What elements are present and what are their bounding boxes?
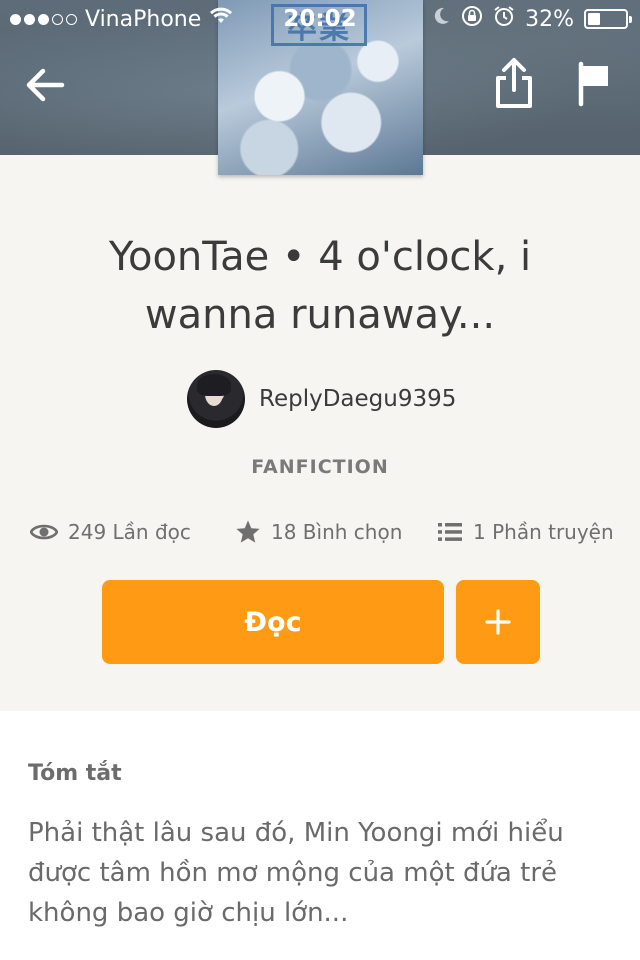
arrow-left-icon xyxy=(26,68,65,102)
alarm-icon xyxy=(493,5,515,33)
list-icon xyxy=(438,523,462,541)
avatar[interactable] xyxy=(187,370,245,428)
battery-icon xyxy=(584,9,632,29)
read-button[interactable]: Đọc xyxy=(102,580,444,664)
story-category[interactable]: FANFICTION xyxy=(0,456,640,478)
story-stats: 249 Lần đọc 18 Bình chọn 1 Phần truyện xyxy=(30,515,620,549)
back-button[interactable] xyxy=(20,60,70,110)
reads-stat: 249 Lần đọc xyxy=(30,515,191,549)
summary-label: Tóm tắt xyxy=(28,761,122,786)
author-row[interactable]: ReplyDaegu9395 xyxy=(187,369,456,429)
summary-section: Tóm tắt Phải thật lâu sau đó, Min Yoongi… xyxy=(0,711,640,960)
votes-stat: 18 Bình chọn xyxy=(235,515,402,549)
share-button[interactable] xyxy=(492,56,536,112)
report-flag-button[interactable] xyxy=(574,60,614,110)
plus-icon xyxy=(485,609,511,635)
parts-stat: 1 Phần truyện xyxy=(437,515,614,549)
add-to-library-button[interactable] xyxy=(456,580,540,664)
battery-fill xyxy=(588,13,600,25)
share-icon xyxy=(496,58,532,108)
star-icon xyxy=(236,520,260,543)
votes-count: 18 Bình chọn xyxy=(271,520,403,544)
battery-percent: 32% xyxy=(525,6,574,32)
rotation-lock-icon xyxy=(461,5,483,33)
status-bar: VinaPhone 20:02 32% xyxy=(0,0,640,40)
summary-text: Phải thật lâu sau đó, Min Yoongi mới hiể… xyxy=(28,818,564,928)
moon-icon xyxy=(433,6,451,32)
parts-count: 1 Phần truyện xyxy=(473,520,614,544)
story-title: YoonTae • 4 o'clock, i wanna runaway... xyxy=(108,234,532,338)
eye-icon xyxy=(30,524,58,540)
author-name[interactable]: ReplyDaegu9395 xyxy=(259,386,456,412)
flag-icon xyxy=(578,61,608,107)
reads-count: 249 Lần đọc xyxy=(68,520,191,544)
